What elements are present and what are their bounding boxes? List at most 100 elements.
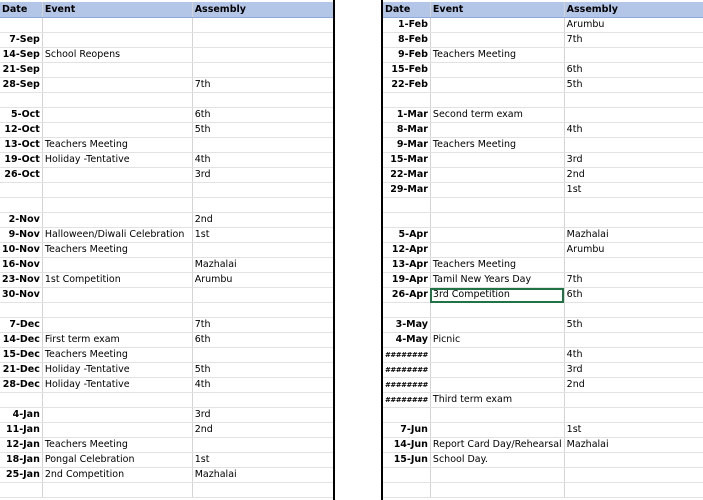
event-cell[interactable] [429, 152, 565, 168]
date-cell[interactable]: 23-Nov [0, 272, 43, 288]
date-cell[interactable]: 12-Apr [383, 242, 431, 258]
event-cell[interactable]: Pongal Celebration [41, 452, 193, 468]
header-assembly[interactable]: Assembly [563, 2, 703, 18]
date-cell[interactable]: 21-Dec [0, 362, 43, 378]
event-cell[interactable] [429, 347, 565, 363]
event-cell[interactable] [429, 407, 565, 423]
assembly-cell[interactable] [563, 467, 703, 483]
event-cell[interactable] [429, 17, 565, 33]
assembly-cell[interactable]: 4th [191, 377, 335, 393]
date-cell[interactable] [383, 212, 431, 228]
assembly-cell[interactable] [191, 197, 335, 213]
date-cell[interactable]: 29-Mar [383, 182, 431, 198]
date-cell[interactable]: 5-Apr [383, 227, 431, 243]
assembly-cell[interactable] [563, 137, 703, 153]
assembly-cell[interactable]: 1st [563, 422, 703, 438]
date-cell[interactable]: 13-Apr [383, 257, 431, 273]
date-cell[interactable]: 16-Nov [0, 257, 43, 273]
date-cell[interactable]: 2-Nov [0, 212, 43, 228]
assembly-cell[interactable]: 1st [563, 182, 703, 198]
date-cell[interactable]: 14-Jun [383, 437, 431, 453]
assembly-cell[interactable] [563, 392, 703, 408]
date-cell[interactable]: 30-Nov [0, 287, 43, 303]
date-cell[interactable]: 7-Jun [383, 422, 431, 438]
date-cell[interactable]: ######## [383, 362, 431, 378]
assembly-cell[interactable]: 1st [191, 227, 335, 243]
event-cell[interactable]: Second term exam [429, 107, 565, 123]
date-cell[interactable]: 15-Dec [0, 347, 43, 363]
date-cell[interactable] [0, 17, 43, 33]
event-cell[interactable] [41, 392, 193, 408]
date-cell[interactable]: 15-Jun [383, 452, 431, 468]
date-cell[interactable]: 7-Dec [0, 317, 43, 333]
date-cell[interactable]: 1-Feb [383, 17, 431, 33]
event-cell[interactable]: Teachers Meeting [41, 347, 193, 363]
header-date[interactable]: Date [0, 2, 43, 18]
date-cell[interactable] [0, 392, 43, 408]
date-cell[interactable] [0, 482, 43, 498]
date-cell[interactable]: 18-Jan [0, 452, 43, 468]
event-cell[interactable] [429, 32, 565, 48]
date-cell[interactable]: 21-Sep [0, 62, 43, 78]
assembly-cell[interactable]: Mazhalai [563, 437, 703, 453]
event-cell[interactable] [429, 317, 565, 333]
date-cell[interactable]: 1-Mar [383, 107, 431, 123]
assembly-cell[interactable] [191, 137, 335, 153]
date-cell[interactable]: 22-Feb [383, 77, 431, 93]
assembly-cell[interactable] [191, 47, 335, 63]
event-cell[interactable] [41, 407, 193, 423]
assembly-cell[interactable]: 5th [563, 317, 703, 333]
event-cell[interactable] [429, 227, 565, 243]
event-cell[interactable] [41, 167, 193, 183]
event-cell[interactable]: Teachers Meeting [429, 47, 565, 63]
assembly-cell[interactable]: 6th [563, 62, 703, 78]
date-cell[interactable] [383, 302, 431, 318]
assembly-cell[interactable]: 1st [191, 452, 335, 468]
assembly-cell[interactable] [563, 47, 703, 63]
assembly-cell[interactable] [191, 62, 335, 78]
assembly-cell[interactable]: 4th [563, 122, 703, 138]
assembly-cell[interactable]: 7th [563, 32, 703, 48]
event-cell[interactable] [41, 482, 193, 498]
event-cell[interactable] [429, 482, 565, 498]
event-cell[interactable] [41, 257, 193, 273]
date-cell[interactable]: ######## [383, 377, 431, 393]
assembly-cell[interactable] [563, 212, 703, 228]
date-cell[interactable] [383, 197, 431, 213]
date-cell[interactable]: 5-Oct [0, 107, 43, 123]
event-cell[interactable] [429, 92, 565, 108]
event-cell[interactable] [429, 467, 565, 483]
event-cell[interactable] [429, 62, 565, 78]
date-cell[interactable] [0, 302, 43, 318]
date-cell[interactable]: 9-Nov [0, 227, 43, 243]
date-cell[interactable]: 7-Sep [0, 32, 43, 48]
assembly-cell[interactable] [563, 107, 703, 123]
date-cell[interactable]: 9-Feb [383, 47, 431, 63]
event-cell[interactable] [429, 422, 565, 438]
assembly-cell[interactable]: 2nd [563, 167, 703, 183]
date-cell[interactable]: 13-Oct [0, 137, 43, 153]
date-cell[interactable]: 19-Oct [0, 152, 43, 168]
event-cell[interactable] [41, 302, 193, 318]
assembly-cell[interactable]: 3rd [191, 407, 335, 423]
assembly-cell[interactable] [191, 347, 335, 363]
event-cell[interactable]: Picnic [429, 332, 565, 348]
event-cell[interactable]: School Reopens [41, 47, 193, 63]
event-cell[interactable]: Holiday -Tentative [41, 377, 193, 393]
event-cell[interactable] [41, 287, 193, 303]
date-cell[interactable]: 19-Apr [383, 272, 431, 288]
event-cell[interactable]: Teachers Meeting [429, 257, 565, 273]
assembly-cell[interactable] [191, 482, 335, 498]
assembly-cell[interactable] [191, 182, 335, 198]
assembly-cell[interactable]: 6th [191, 332, 335, 348]
event-cell[interactable]: Teachers Meeting [41, 137, 193, 153]
header-event[interactable]: Event [429, 2, 565, 18]
assembly-cell[interactable]: 2nd [563, 377, 703, 393]
assembly-cell[interactable] [563, 302, 703, 318]
date-cell[interactable]: ######## [383, 392, 431, 408]
date-cell[interactable]: 12-Oct [0, 122, 43, 138]
assembly-cell[interactable]: 3rd [563, 152, 703, 168]
event-cell[interactable] [41, 62, 193, 78]
assembly-cell[interactable] [563, 482, 703, 498]
assembly-cell[interactable]: 3rd [191, 167, 335, 183]
